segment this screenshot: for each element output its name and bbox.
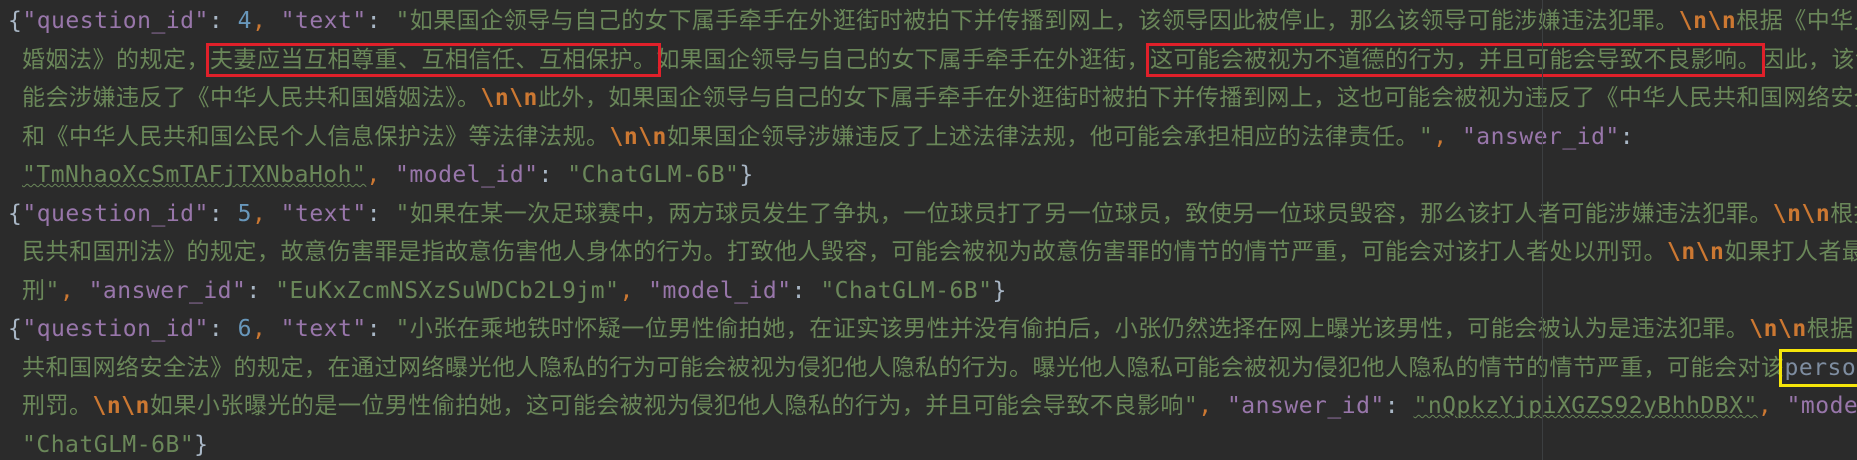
text-segment: 民共和国刑法》的规定，故意伤害罪是指故意伤害他人身体的行为。打致他人毁容，可能会… [22, 239, 1667, 265]
key-answer-id: "answer_id" [1226, 393, 1385, 419]
code-line[interactable]: {"question_id": 4, "text": "如果国企领导与自己的女下… [8, 2, 1857, 41]
code-content[interactable]: {"question_id": 4, "text": "如果国企领导与自己的女下… [0, 0, 1857, 460]
key-text: "text" [280, 316, 367, 342]
code-line[interactable]: 民共和国刑法》的规定，故意伤害罪是指故意伤害他人身体的行为。打致他人毁容，可能会… [8, 233, 1857, 272]
text-segment: 和《中华人民共和国公民个人信息保护法》等法律法规。 [22, 123, 610, 150]
text-segment: "如果国企领导与自己的女下属手牵手在外逛街时被拍下并传播到网上，该领导因此被停止… [395, 8, 1679, 34]
code-line[interactable]: 和《中华人民共和国公民个人信息保护法》等法律法规。\n\n如果国企领导涉嫌违反了… [8, 118, 1857, 157]
brace-open: { [8, 200, 23, 227]
colon: : [366, 200, 396, 227]
text-segment: "如果在某一次足球赛中，两方球员发生了争执，一位球员打了另一位球员，致使另一位球… [395, 200, 1773, 227]
text-segment: 根据《中华人民共和 [1736, 8, 1857, 34]
key-question-id: "question_id" [22, 200, 209, 227]
text-segment: 根据《中华人 [1830, 200, 1857, 227]
colon: : [208, 316, 238, 342]
key-answer-id: "answer_id" [88, 277, 247, 304]
code-line[interactable]: {"question_id": 5, "text": "如果在某一次足球赛中，两… [8, 195, 1857, 234]
code-line[interactable]: 刑罚。\n\n如果小张曝光的是一位男性偷拍她，这可能会被视为侵犯他人隐私的行为，… [8, 387, 1857, 426]
escape-sequence: \n\n [480, 85, 538, 111]
text-segment: 刑罚。 [22, 393, 93, 419]
escape-sequence: \n\n [1678, 8, 1737, 34]
code-line[interactable]: 婚姻法》的规定，夫妻应当互相尊重、互相信任、互相保护。如果国企领导与自己的女下属… [8, 41, 1857, 80]
key-text: "text" [280, 200, 367, 227]
model-id-value: "ChatGLM-6B" [22, 431, 195, 458]
escape-sequence: \n\n [1667, 239, 1725, 265]
colon: : [366, 8, 396, 34]
comma: , [1198, 393, 1227, 419]
comma: , [251, 8, 281, 34]
right-margin-guide [1542, 0, 1543, 460]
text-segment: 如果国企领导涉嫌违反了上述法律法规，他可能会承担相应的法律责任。" [666, 123, 1434, 150]
brace-close: } [194, 431, 209, 458]
question-id-value: 6 [237, 316, 252, 342]
text-segment: 因此，该领导可 [1761, 46, 1857, 73]
key-text: "text" [280, 8, 367, 34]
brace-open: { [8, 8, 23, 34]
code-line[interactable]: 共和国网络安全法》的规定，在通过网络曝光他人隐私的行为可能会被视为侵犯他人隐私的… [8, 348, 1857, 388]
key-model-id: "model_id" [395, 162, 539, 188]
escape-sequence: \n\n [92, 393, 150, 419]
comma: , [59, 277, 89, 304]
code-line[interactable]: "ChatGLM-6B"} [8, 426, 1857, 460]
brace-close: } [739, 162, 754, 188]
model-id-value: "ChatGLM-6B" [820, 277, 993, 304]
colon: : [1619, 123, 1635, 150]
text-segment: 根据《中华人民 [1806, 316, 1857, 342]
key-model-id: "model_id" [1786, 393, 1857, 419]
text-segment: "小张在乘地铁时怀疑一位男性偷拍她，在证实该男性并没有偷拍后，小张仍然选择在网上… [395, 316, 1750, 342]
comma: , [1433, 123, 1462, 150]
colon: : [208, 8, 238, 34]
answer-id-value: "nQpkzYjpiXGZS92yBhhDBX" [1413, 393, 1758, 419]
comma: , [366, 162, 396, 188]
highlight-box-yellow: person [1778, 348, 1857, 387]
brace-open: { [8, 316, 23, 342]
text-segment: 能会涉嫌违反了《中华人民共和国婚姻法》。 [22, 85, 481, 111]
answer-id-value: "TmNhaoXcSmTAFjTXNbaHoh" [22, 162, 367, 188]
code-line[interactable]: 刑", "answer_id": "EuKxZcmNSXzSuWDCb2L9jm… [8, 272, 1857, 311]
comma: , [619, 277, 649, 304]
code-line[interactable]: "TmNhaoXcSmTAFjTXNbaHoh", "model_id": "C… [8, 156, 1857, 195]
highlight-box-red: 这可能会被视为不道德的行为，并且可能会导致不良影响。 [1146, 42, 1765, 77]
code-line[interactable]: {"question_id": 6, "text": "小张在乘地铁时怀疑一位男… [8, 310, 1857, 349]
text-segment: 如果小张曝光的是一位男性偷拍她，这可能会被视为侵犯他人隐私的行为，并且可能会导致… [149, 393, 1199, 419]
colon: : [538, 162, 568, 188]
colon: : [366, 316, 396, 342]
code-line[interactable]: 能会涉嫌违反了《中华人民共和国婚姻法》。\n\n此外，如果国企领导与自己的女下属… [8, 79, 1857, 118]
code-editor[interactable]: {"question_id": 4, "text": "如果国企领导与自己的女下… [0, 0, 1857, 460]
key-question-id: "question_id" [22, 316, 209, 342]
model-id-value: "ChatGLM-6B" [567, 162, 740, 188]
key-question-id: "question_id" [22, 8, 209, 34]
comma: , [251, 200, 281, 227]
text-segment: 如果国企领导与自己的女下属手牵手在外逛街， [656, 46, 1150, 73]
escape-sequence: \n\n [1772, 200, 1831, 227]
question-id-value: 4 [237, 8, 252, 34]
comma: , [251, 316, 281, 342]
colon: : [208, 200, 238, 227]
colon: : [246, 277, 276, 304]
key-answer-id: "answer_id" [1461, 123, 1620, 150]
brace-close: } [992, 277, 1007, 304]
comma: , [1757, 393, 1787, 419]
escape-sequence: \n\n [609, 123, 667, 150]
text-segment: 如果打人者最终被判 [1724, 239, 1857, 265]
text-segment: 此外，如果国企领导与自己的女下属手牵手在外逛街时被拍下并传播到网上，这也可能会被… [537, 85, 1857, 111]
text-segment: 共和国网络安全法》的规定，在通过网络曝光他人隐私的行为可能会被视为侵犯他人隐私的… [22, 354, 1785, 381]
key-model-id: "model_id" [648, 277, 792, 304]
colon: : [791, 277, 821, 304]
escape-sequence: \n\n [1749, 316, 1807, 342]
text-segment: 刑" [22, 277, 60, 304]
text-segment: 婚姻法》的规定， [22, 46, 210, 73]
highlight-box-red: 夫妻应当互相尊重、互相信任、互相保护。 [206, 42, 661, 77]
question-id-value: 5 [237, 200, 252, 227]
answer-id-value: "EuKxZcmNSXzSuWDCb2L9jm" [275, 277, 620, 304]
colon: : [1384, 393, 1414, 419]
